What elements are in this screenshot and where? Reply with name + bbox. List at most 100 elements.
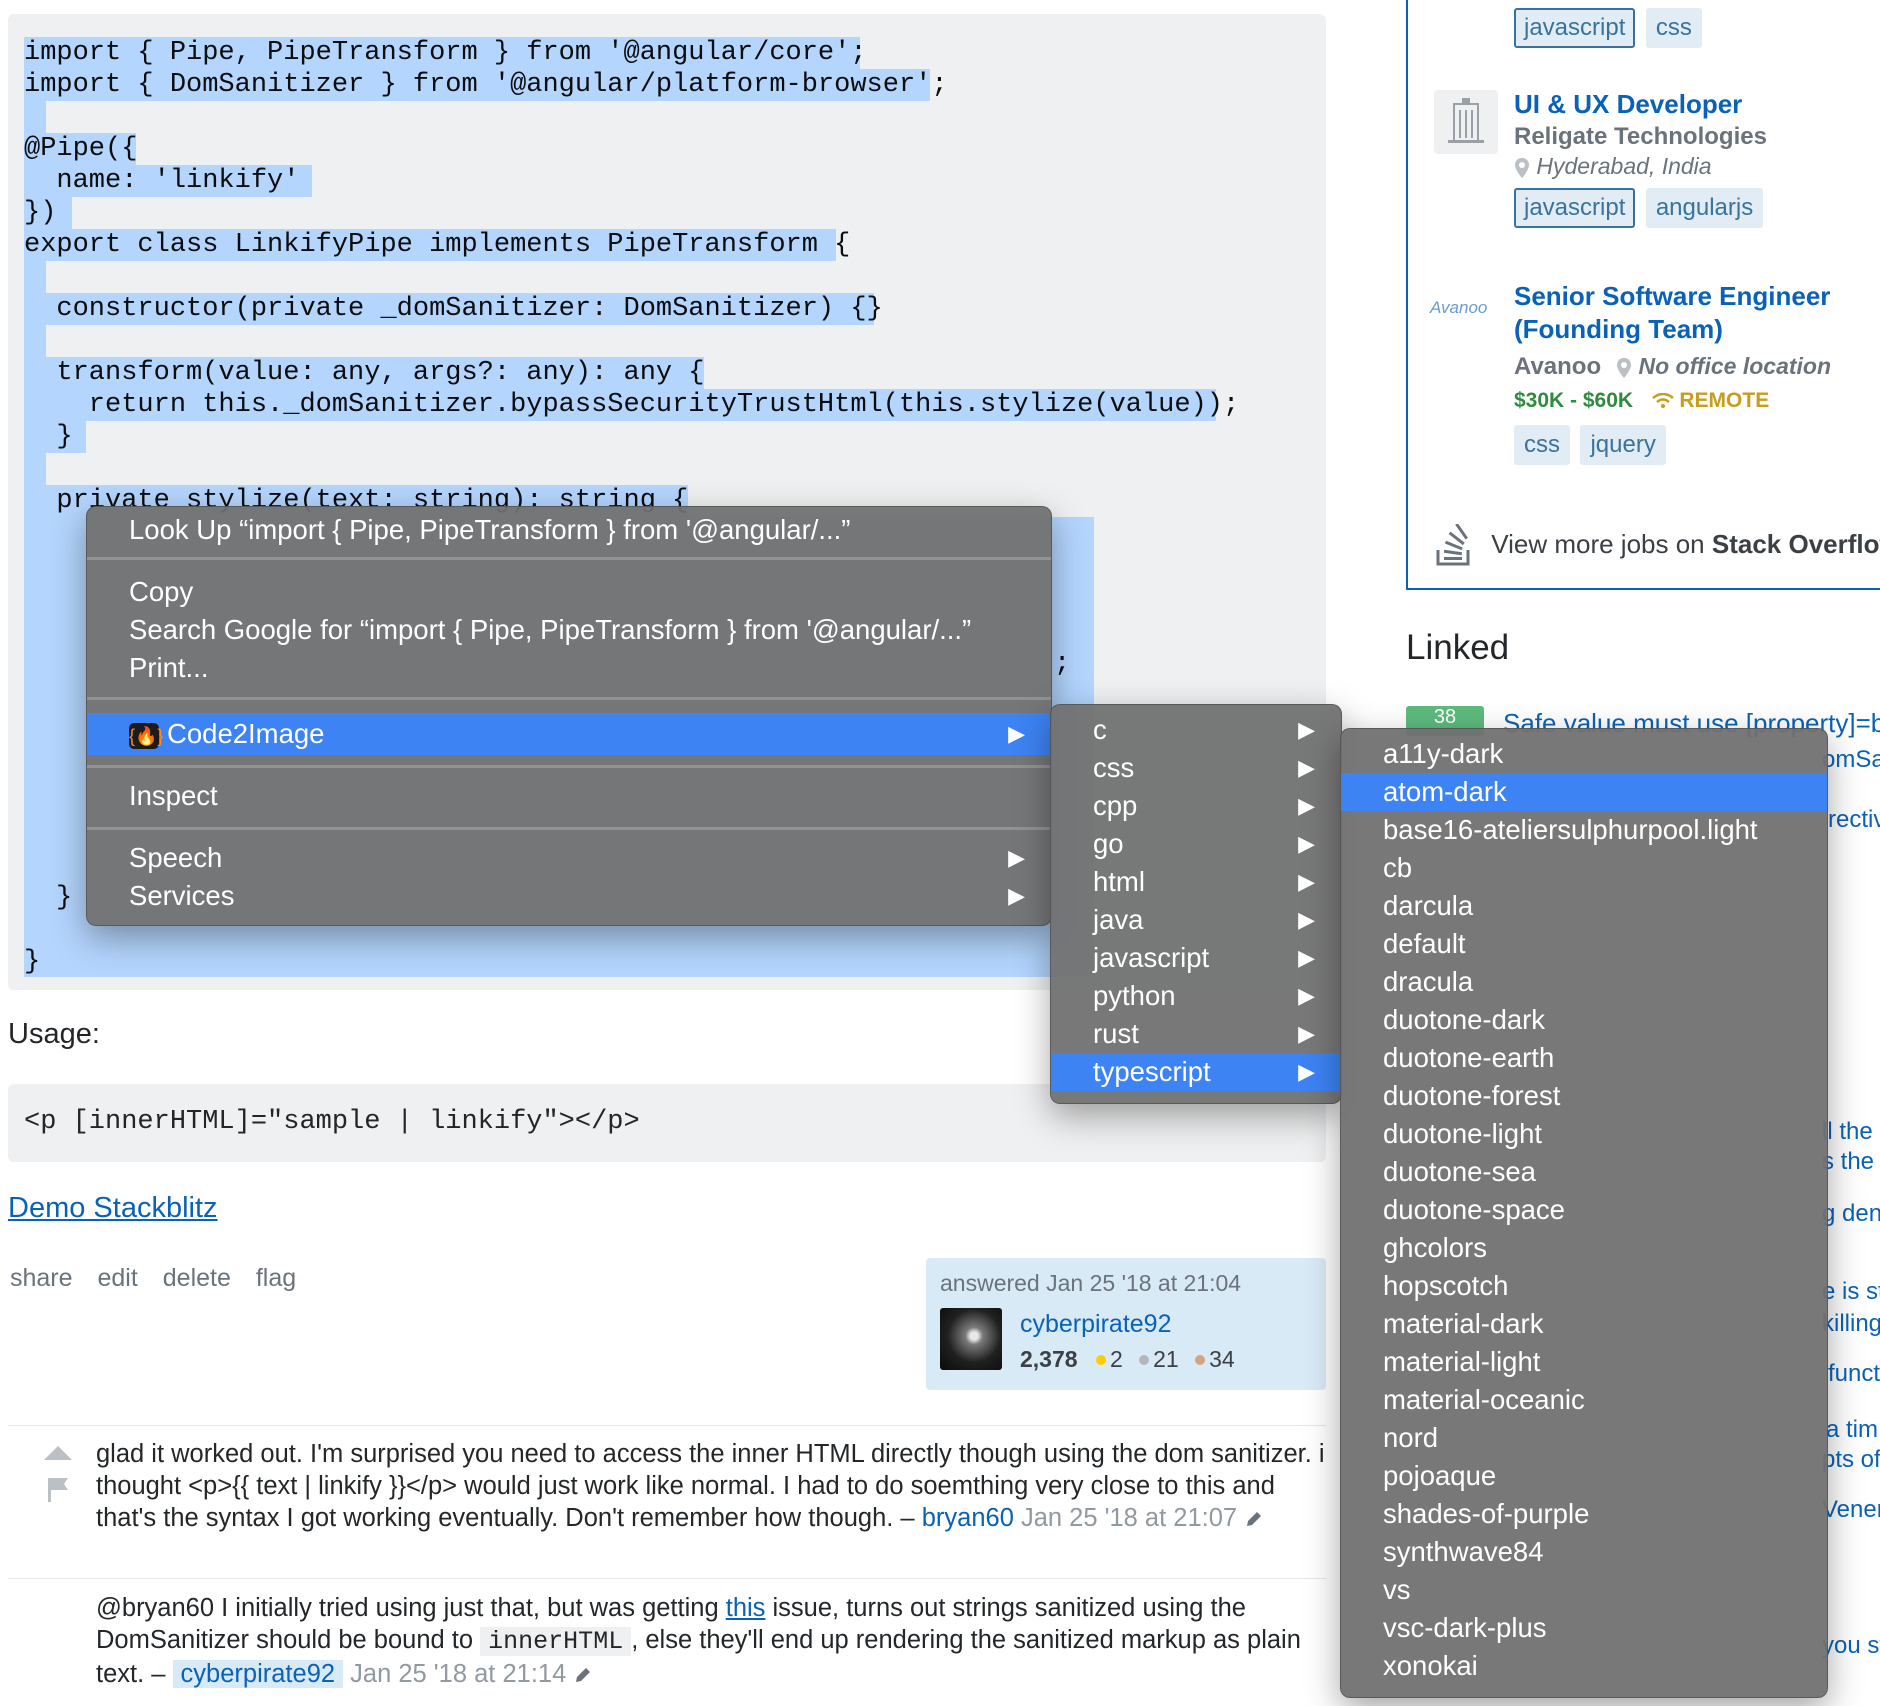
linked-question-fragment[interactable]: e is st	[1822, 1278, 1880, 1306]
view-more-brand: Stack Overflow	[1711, 528, 1880, 559]
bronze-badge-icon	[1195, 1354, 1206, 1365]
linked-question-fragment[interactable]: pts of	[1822, 1446, 1880, 1474]
language-item-javascript[interactable]: javascript ▶	[1051, 939, 1341, 977]
selection-highlight	[24, 453, 46, 485]
language-item-css[interactable]: css ▶	[1051, 749, 1341, 787]
menu-item-label: atom-dark	[1383, 776, 1507, 807]
comment-date[interactable]: Jan 25 '18 at 21:14	[350, 1660, 566, 1688]
linked-question-fragment[interactable]: funct	[1828, 1360, 1880, 1388]
linked-question-fragment[interactable]: killing	[1822, 1310, 1880, 1338]
menu-item-label: rust	[1093, 1018, 1139, 1049]
job-location-text: No office location	[1638, 353, 1832, 379]
theme-item-duotone-forest[interactable]: duotone-forest	[1341, 1077, 1827, 1115]
theme-item-material-oceanic[interactable]: material-oceanic	[1341, 1381, 1827, 1419]
theme-item-duotone-dark[interactable]: duotone-dark	[1341, 1001, 1827, 1039]
comment-author-link[interactable]: cyberpirate92	[172, 1660, 344, 1688]
linked-question-fragment[interactable]: g den	[1822, 1200, 1880, 1228]
theme-item-vsc-dark-plus[interactable]: vsc-dark-plus	[1341, 1609, 1827, 1647]
job-location: Hyderabad, India	[1514, 153, 1769, 180]
linked-question-fragment[interactable]: ll the	[1822, 1118, 1873, 1146]
menu-item-label: pojoaque	[1383, 1460, 1497, 1491]
comment-author-link[interactable]: bryan60	[922, 1504, 1014, 1532]
languages-submenu: c ▶ css ▶ cpp ▶ go ▶ html ▶ java ▶ javascript ▶ python…	[1050, 704, 1342, 1104]
theme-item-cb[interactable]: cb	[1341, 849, 1827, 887]
theme-item-material-light[interactable]: material-light	[1341, 1343, 1827, 1381]
edit-link[interactable]: edit	[98, 1264, 138, 1292]
menu-item-copy[interactable]: Copy	[87, 573, 1051, 611]
job-title-link[interactable]: Senior Software Engineer	[1514, 280, 1831, 313]
theme-item-default[interactable]: default	[1341, 925, 1827, 963]
theme-item-material-dark[interactable]: material-dark	[1341, 1305, 1827, 1343]
submenu-arrow-icon: ▶	[1298, 907, 1315, 932]
linked-question-fragment[interactable]: s the	[1822, 1148, 1874, 1176]
avatar[interactable]	[940, 1308, 1002, 1370]
menu-item-code2image[interactable]: {🔥} Code2Image ▶	[87, 713, 1051, 755]
language-item-go[interactable]: go ▶	[1051, 825, 1341, 863]
theme-item-duotone-space[interactable]: duotone-space	[1341, 1191, 1827, 1229]
theme-item-shades-of-purple[interactable]: shades-of-purple	[1341, 1495, 1827, 1533]
comment-issue-link[interactable]: this	[726, 1594, 766, 1622]
language-item-python[interactable]: python ▶	[1051, 977, 1341, 1015]
linked-question-fragment[interactable]: omSa	[1822, 746, 1880, 774]
linked-heading: Linked	[1406, 628, 1510, 667]
job-title-link[interactable]: UI & UX Developer	[1514, 88, 1769, 121]
theme-item-ghcolors[interactable]: ghcolors	[1341, 1229, 1827, 1267]
menu-item-look-up[interactable]: Look Up “import { Pipe, PipeTransform } …	[87, 511, 1051, 549]
reputation-score: 2,378	[1020, 1346, 1078, 1372]
theme-item-a11y-dark[interactable]: a11y-dark	[1341, 735, 1827, 773]
language-item-html[interactable]: html ▶	[1051, 863, 1341, 901]
theme-item-duotone-light[interactable]: duotone-light	[1341, 1115, 1827, 1153]
comment-date[interactable]: Jan 25 '18 at 21:07	[1021, 1504, 1237, 1532]
language-item-java[interactable]: java ▶	[1051, 901, 1341, 939]
job-remote: REMOTE	[1651, 389, 1770, 412]
tag-angularjs[interactable]: angularjs	[1645, 188, 1764, 228]
menu-separator	[87, 557, 1051, 560]
theme-item-duotone-sea[interactable]: duotone-sea	[1341, 1153, 1827, 1191]
menu-item-print[interactable]: Print...	[87, 649, 1051, 687]
share-link[interactable]: share	[10, 1264, 73, 1292]
language-item-rust[interactable]: rust ▶	[1051, 1015, 1341, 1053]
flag-link[interactable]: flag	[256, 1264, 296, 1292]
language-item-c[interactable]: c ▶	[1051, 711, 1341, 749]
theme-item-darcula[interactable]: darcula	[1341, 887, 1827, 925]
demo-stackblitz-link[interactable]: Demo Stackblitz	[8, 1192, 218, 1225]
menu-item-services[interactable]: Services ▶	[87, 877, 1051, 915]
theme-item-synthwave84[interactable]: synthwave84	[1341, 1533, 1827, 1571]
language-item-typescript[interactable]: typescript ▶	[1051, 1053, 1341, 1091]
comment-flag-icon[interactable]	[46, 1476, 70, 1502]
tag-javascript[interactable]: javascript	[1514, 8, 1636, 48]
comment-upvote-icon[interactable]	[44, 1446, 72, 1460]
linked-question-fragment[interactable]: Venera	[1822, 1496, 1880, 1524]
tag-javascript[interactable]: javascript	[1514, 188, 1636, 228]
menu-item-speech[interactable]: Speech ▶	[87, 839, 1051, 877]
tag-css[interactable]: css	[1514, 425, 1570, 465]
menu-item-inspect[interactable]: Inspect	[87, 777, 1051, 815]
theme-item-base16-ateliersulphurpool-light[interactable]: base16-ateliersulphurpool.light	[1341, 811, 1827, 849]
tag-css[interactable]: css	[1645, 8, 1702, 48]
view-more-jobs-link[interactable]: View more jobs on Stack Overflow	[1434, 523, 1880, 568]
code-line: import { Pipe, PipeTransform } from '@an…	[24, 38, 867, 68]
delete-link[interactable]: delete	[163, 1264, 231, 1292]
menu-item-search-google[interactable]: Search Google for “import { Pipe, PipeTr…	[87, 611, 1051, 649]
theme-item-duotone-earth[interactable]: duotone-earth	[1341, 1039, 1827, 1077]
user-name-link[interactable]: cyberpirate92	[1020, 1310, 1171, 1339]
theme-item-pojoaque[interactable]: pojoaque	[1341, 1457, 1827, 1495]
job-title-link[interactable]: (Founding Team)	[1514, 313, 1831, 346]
answered-timestamp: answered Jan 25 '18 at 21:04	[940, 1270, 1242, 1296]
linked-question-fragment[interactable]: rectiv	[1828, 806, 1880, 834]
theme-item-xonokai[interactable]: xonokai	[1341, 1647, 1827, 1685]
theme-item-dracula[interactable]: dracula	[1341, 963, 1827, 1001]
company-logo[interactable]: Avanoo	[1430, 298, 1487, 318]
job-remote-label: REMOTE	[1679, 389, 1770, 412]
linked-question-fragment[interactable]: a tim	[1826, 1416, 1878, 1444]
theme-item-vs[interactable]: vs	[1341, 1571, 1827, 1609]
tag-jquery[interactable]: jquery	[1580, 425, 1666, 465]
theme-item-nord[interactable]: nord	[1341, 1419, 1827, 1457]
language-item-cpp[interactable]: cpp ▶	[1051, 787, 1341, 825]
company-logo[interactable]	[1434, 90, 1498, 154]
theme-item-hopscotch[interactable]: hopscotch	[1341, 1267, 1827, 1305]
menu-item-label: default	[1383, 928, 1466, 959]
theme-item-atom-dark[interactable]: atom-dark	[1341, 773, 1827, 811]
linked-question-fragment[interactable]: you st	[1822, 1632, 1880, 1660]
menu-item-label: c	[1093, 714, 1107, 745]
